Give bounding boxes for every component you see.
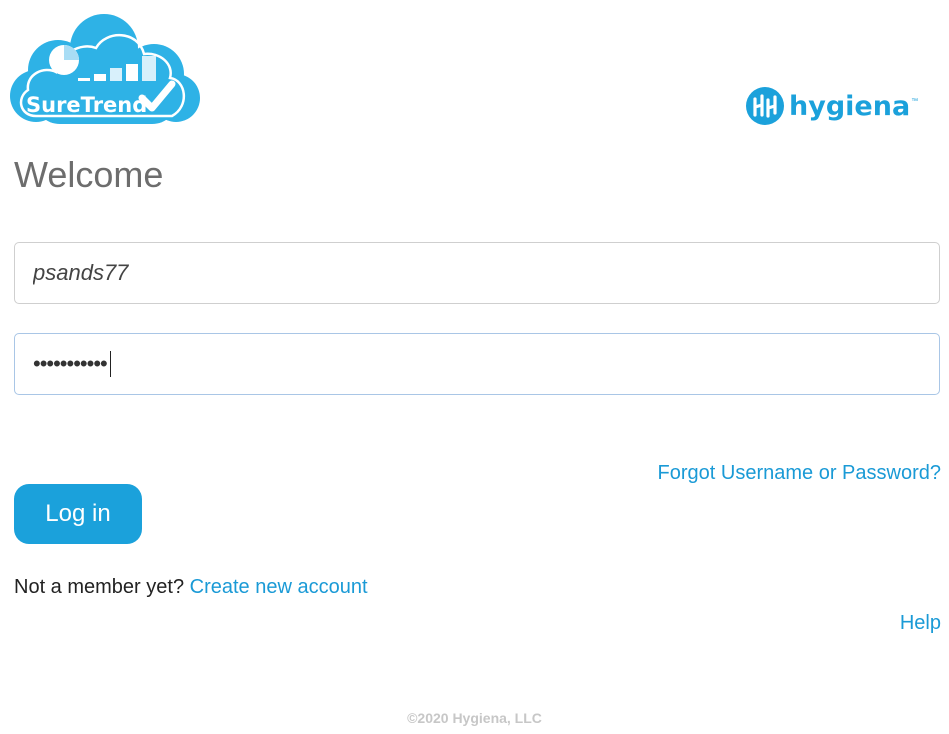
username-field[interactable]	[14, 242, 940, 304]
password-field[interactable]: •••••••••••	[14, 333, 940, 395]
suretrend-cloud-icon: SureTrend	[10, 14, 200, 124]
pie-chart-glyph	[49, 45, 79, 75]
trademark-symbol: ™	[911, 98, 919, 105]
help-link[interactable]: Help	[900, 612, 941, 635]
svg-text:SureTrend: SureTrend	[26, 93, 147, 117]
suretrend-logo: SureTrend	[6, 12, 204, 130]
password-mask: •••••••••••	[33, 351, 108, 376]
login-button[interactable]: Log in	[14, 484, 142, 544]
copyright-footer: ©2020 Hygiena, LLC	[407, 710, 542, 726]
page-title: Welcome	[14, 154, 164, 195]
hygiena-emblem-icon	[746, 87, 784, 125]
signup-prompt-line: Not a member yet? Create new account	[14, 576, 368, 599]
text-caret	[109, 351, 111, 377]
forgot-credentials-link[interactable]: Forgot Username or Password?	[658, 462, 941, 485]
hygiena-logo-text: hygiena	[789, 90, 911, 122]
hygiena-logo: hygiena ™	[745, 86, 941, 126]
create-account-link[interactable]: Create new account	[190, 576, 368, 598]
signup-prompt-text: Not a member yet?	[14, 576, 190, 598]
